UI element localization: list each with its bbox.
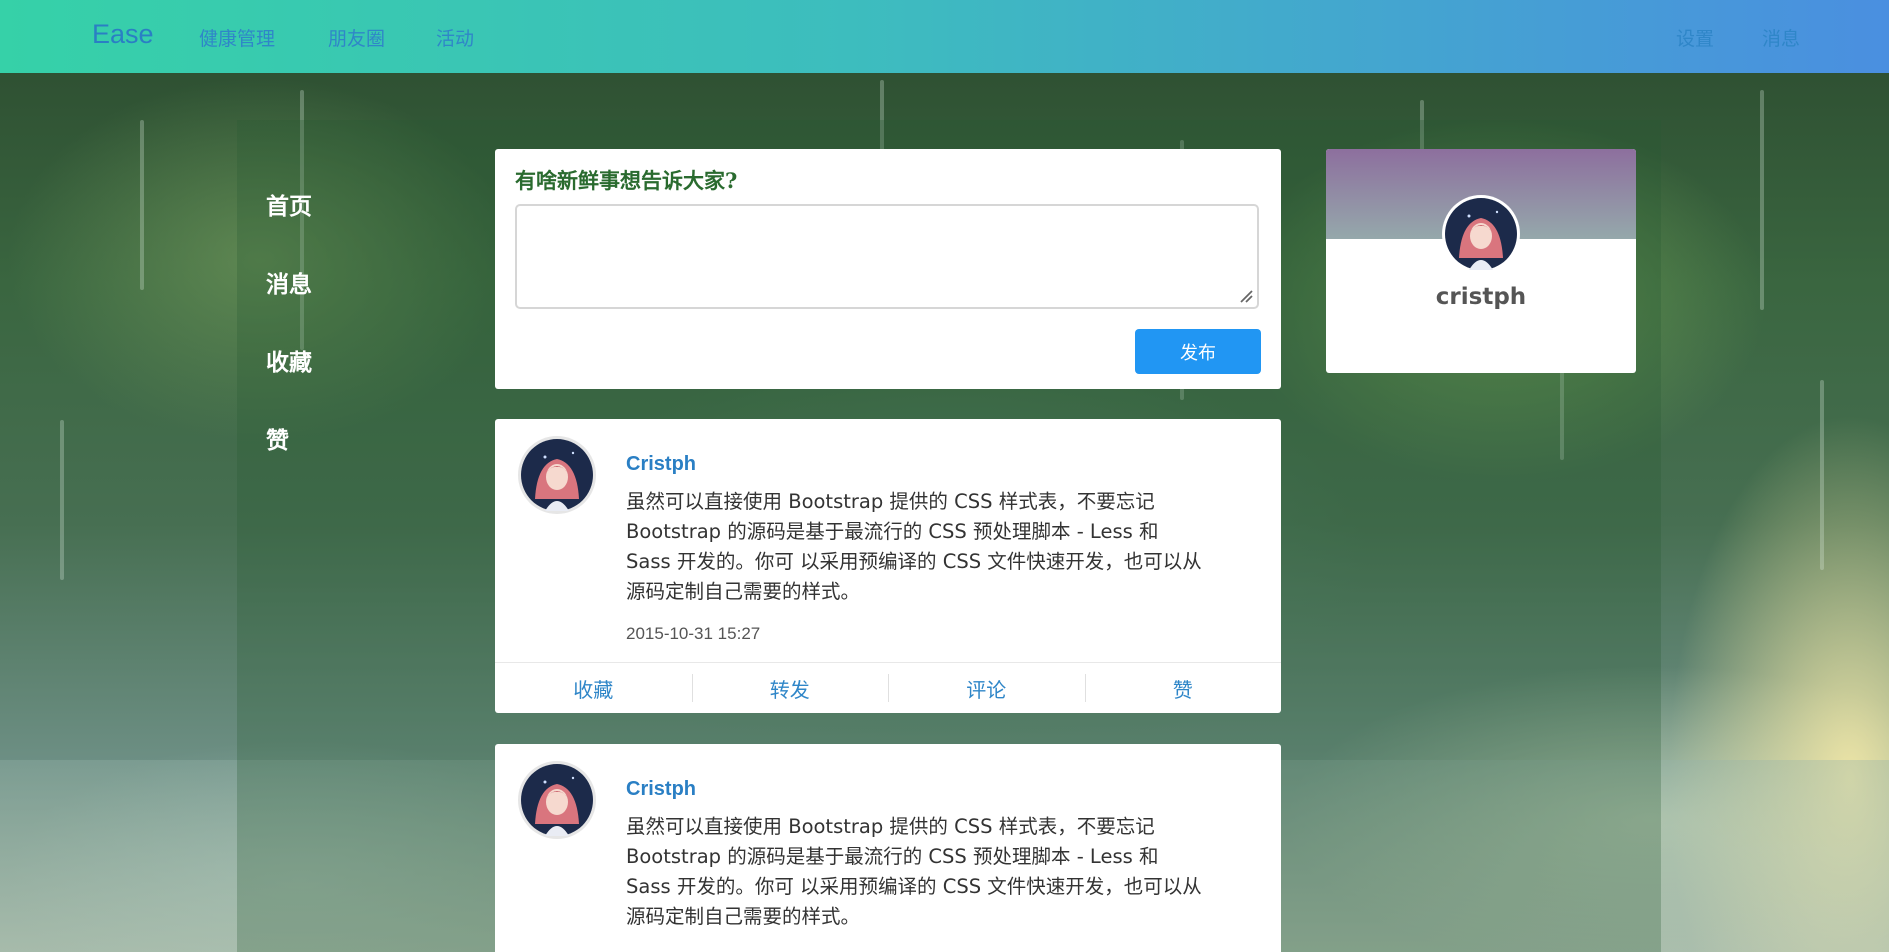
comment-button[interactable]: 评论 [888,674,1085,703]
sidebar-item-favorites[interactable]: 收藏 [266,343,312,377]
feed-post: Cristph 虽然可以直接使用 Bootstrap 提供的 CSS 样式表，不… [495,419,1281,713]
post-body: 虽然可以直接使用 Bootstrap 提供的 CSS 样式表，不要忘记 Boot… [626,815,1202,928]
composer-title: 有啥新鲜事想告诉大家? [515,168,738,193]
post-timestamp: 2015-10-31 15:27 [626,624,761,643]
nav-moments[interactable]: 朋友圈 [328,24,385,51]
resize-handle-icon[interactable] [1239,289,1253,303]
post-actions: 收藏 转发 评论 赞 [495,662,1281,714]
favorite-button[interactable]: 收藏 [495,674,692,703]
nav-messages[interactable]: 消息 [1762,24,1800,51]
nav-health[interactable]: 健康管理 [199,24,275,51]
post-body: 虽然可以直接使用 Bootstrap 提供的 CSS 样式表，不要忘记 Boot… [626,490,1202,603]
post-composer: 有啥新鲜事想告诉大家? 发布 [495,149,1281,389]
profile-name[interactable]: cristph [1326,284,1636,310]
nav-settings[interactable]: 设置 [1676,24,1714,51]
profile-avatar[interactable] [1441,194,1521,274]
sidebar-item-home[interactable]: 首页 [266,187,312,221]
publish-button[interactable]: 发布 [1135,329,1261,374]
nav-activity[interactable]: 活动 [436,24,474,51]
post-text-input[interactable] [515,204,1259,309]
sidebar-item-likes[interactable]: 赞 [266,421,289,455]
forward-button[interactable]: 转发 [691,674,889,703]
top-navbar: Ease 健康管理 朋友圈 活动 设置 消息 [0,0,1889,73]
sidebar-item-messages[interactable]: 消息 [266,265,312,299]
brand-logo[interactable]: Ease [92,19,154,50]
post-author[interactable]: Cristph [626,453,696,476]
post-author[interactable]: Cristph [626,778,696,801]
feed-post: Cristph 虽然可以直接使用 Bootstrap 提供的 CSS 样式表，不… [495,744,1281,952]
author-avatar[interactable] [517,435,597,515]
author-avatar[interactable] [517,760,597,840]
like-button[interactable]: 赞 [1084,674,1282,703]
profile-card: cristph [1326,149,1636,373]
